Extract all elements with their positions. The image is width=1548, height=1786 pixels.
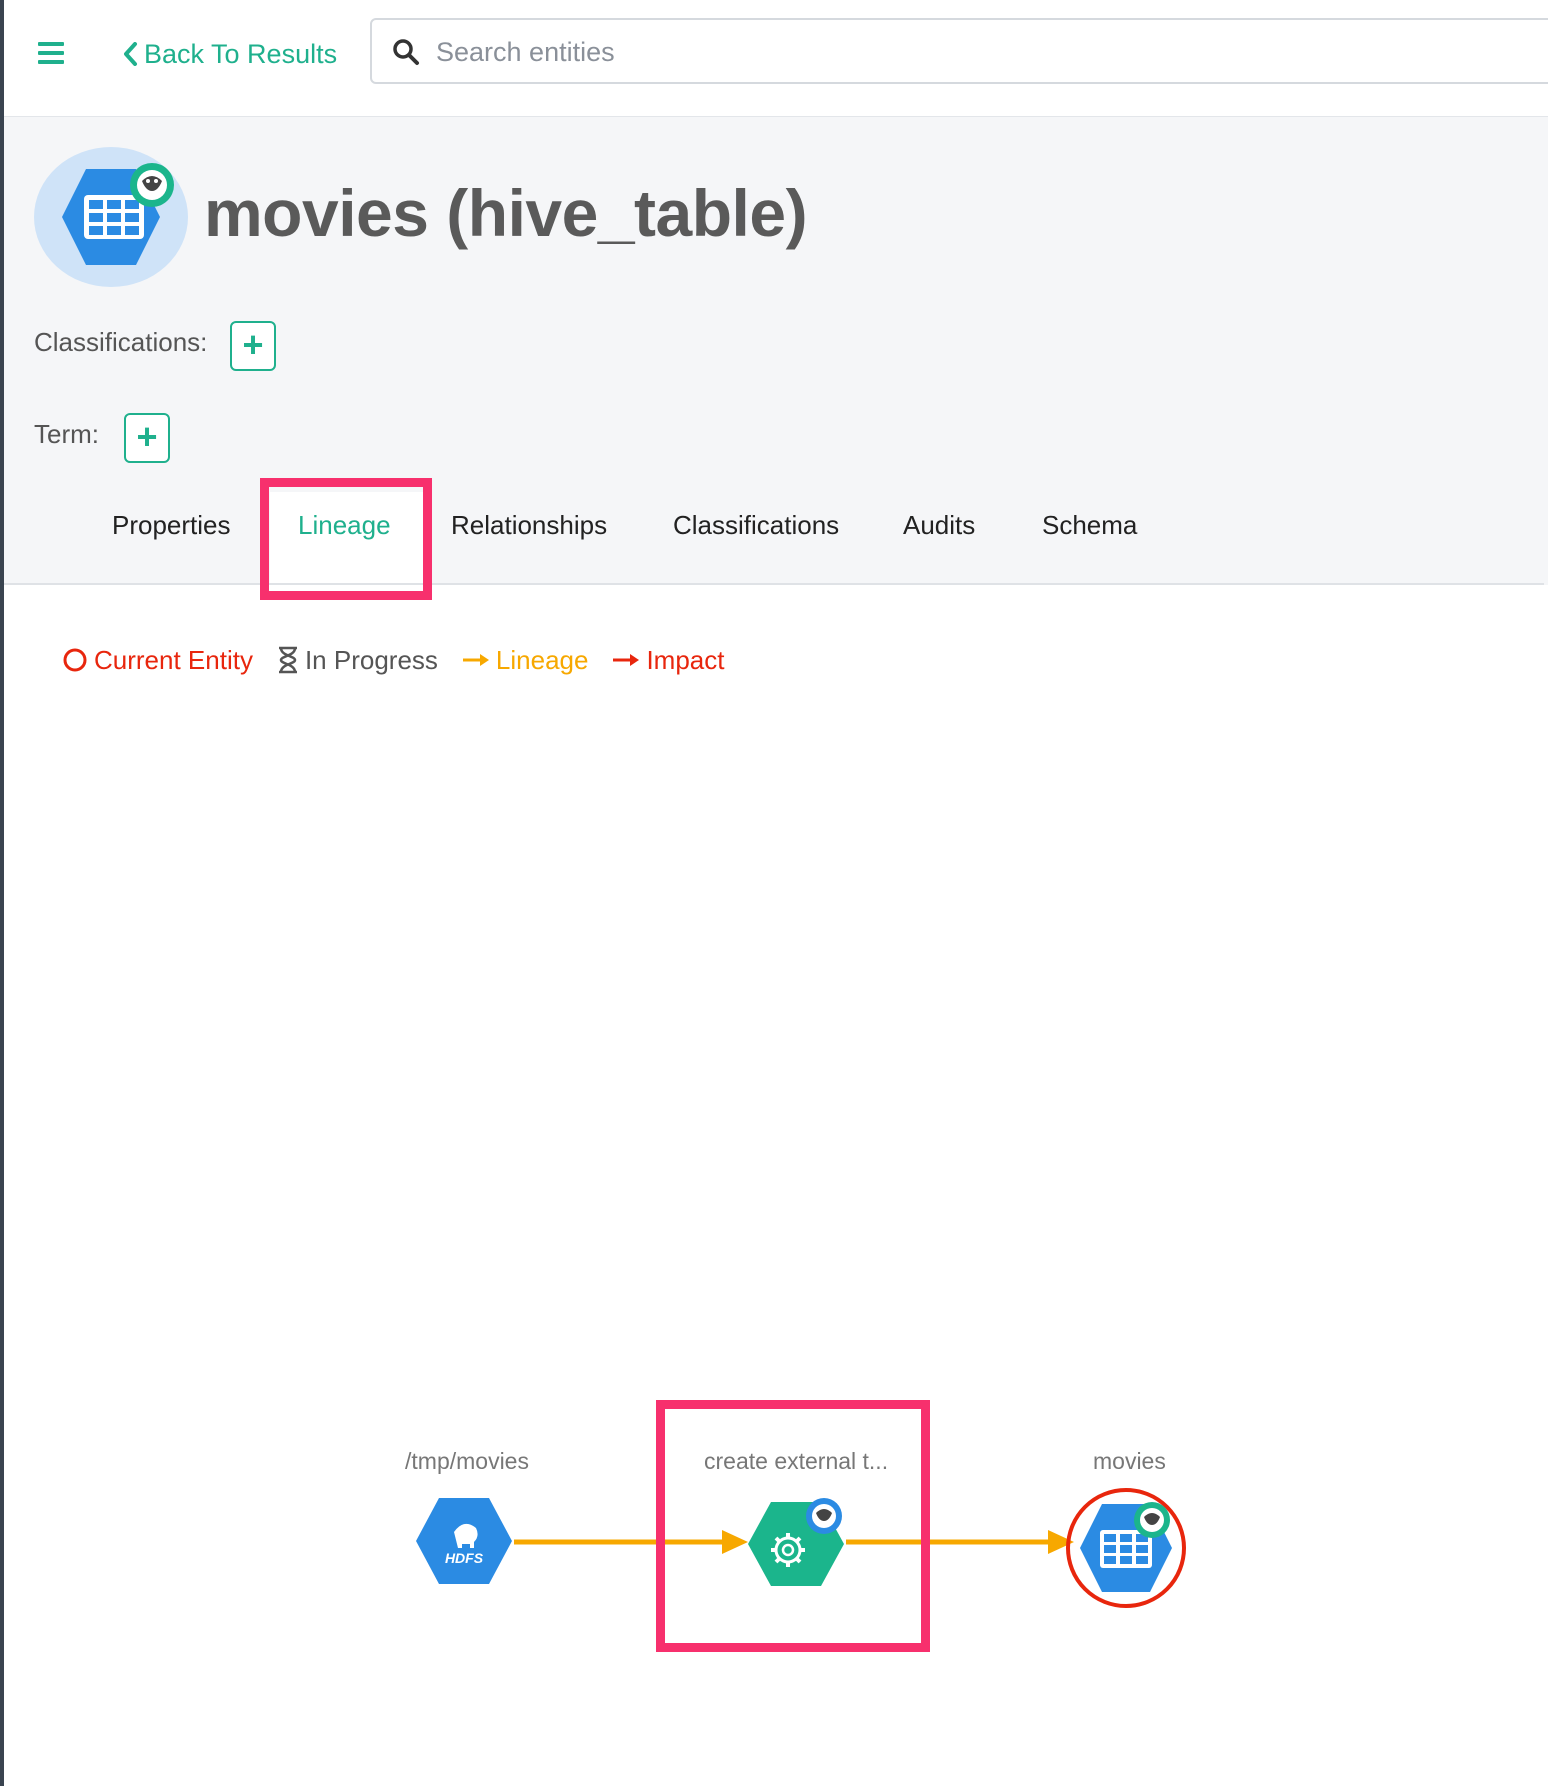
add-term-button[interactable]: +: [124, 413, 170, 463]
tab-divider: [4, 583, 1544, 585]
plus-icon: +: [242, 324, 264, 365]
legend-in-progress-label: In Progress: [304, 644, 438, 675]
current-entity-node[interactable]: [1064, 1486, 1188, 1610]
node-label-tmp-movies: /tmp/movies: [405, 1448, 529, 1474]
hive-table-icon: [34, 147, 188, 287]
search-icon: [393, 39, 419, 65]
tab-properties[interactable]: Properties: [112, 510, 231, 541]
search-input[interactable]: [434, 28, 1538, 76]
hdfs-node[interactable]: HDFS: [414, 1496, 514, 1586]
add-classification-button[interactable]: +: [230, 321, 276, 371]
search-box[interactable]: [370, 18, 1548, 84]
tab-classifications[interactable]: Classifications: [673, 510, 839, 541]
back-to-results-link[interactable]: Back To Results: [122, 34, 337, 74]
lineage-tab-highlight: [260, 478, 432, 600]
legend-lineage-label: Lineage: [495, 644, 589, 675]
node-label-movies: movies: [1093, 1448, 1166, 1474]
hourglass-icon: [278, 646, 297, 674]
plus-icon: +: [136, 416, 158, 457]
hdfs-badge: HDFS: [445, 1550, 484, 1566]
chevron-left-icon: [124, 42, 137, 66]
legend-in-progress: In Progress: [277, 645, 438, 676]
tab-relationships[interactable]: Relationships: [451, 510, 607, 541]
back-to-results-label: Back To Results: [144, 38, 338, 69]
top-bar: Back To Results: [4, 0, 1548, 117]
tab-schema[interactable]: Schema: [1042, 510, 1137, 541]
classifications-label: Classifications:: [34, 327, 208, 357]
arrow-right-icon: [613, 654, 640, 666]
legend-impact-label: Impact: [646, 644, 725, 675]
term-label: Term:: [34, 419, 99, 449]
legend-lineage: Lineage: [462, 644, 589, 676]
hamburger-icon[interactable]: [38, 42, 64, 64]
arrow-right-icon: [462, 654, 489, 666]
legend-impact: Impact: [612, 645, 724, 676]
process-node-highlight: [656, 1400, 930, 1652]
lineage-graph[interactable]: /tmp/movies HDFS create external t... mo…: [0, 1380, 1548, 1680]
page-title: movies (hive_table): [204, 176, 808, 250]
lineage-legend: Current Entity In Progress Lineage Impac…: [62, 640, 748, 680]
legend-current-entity-label: Current Entity: [94, 644, 253, 675]
tab-audits[interactable]: Audits: [903, 510, 975, 541]
legend-current-entity: Current Entity: [62, 645, 253, 676]
circle-outline-icon: [63, 648, 87, 672]
